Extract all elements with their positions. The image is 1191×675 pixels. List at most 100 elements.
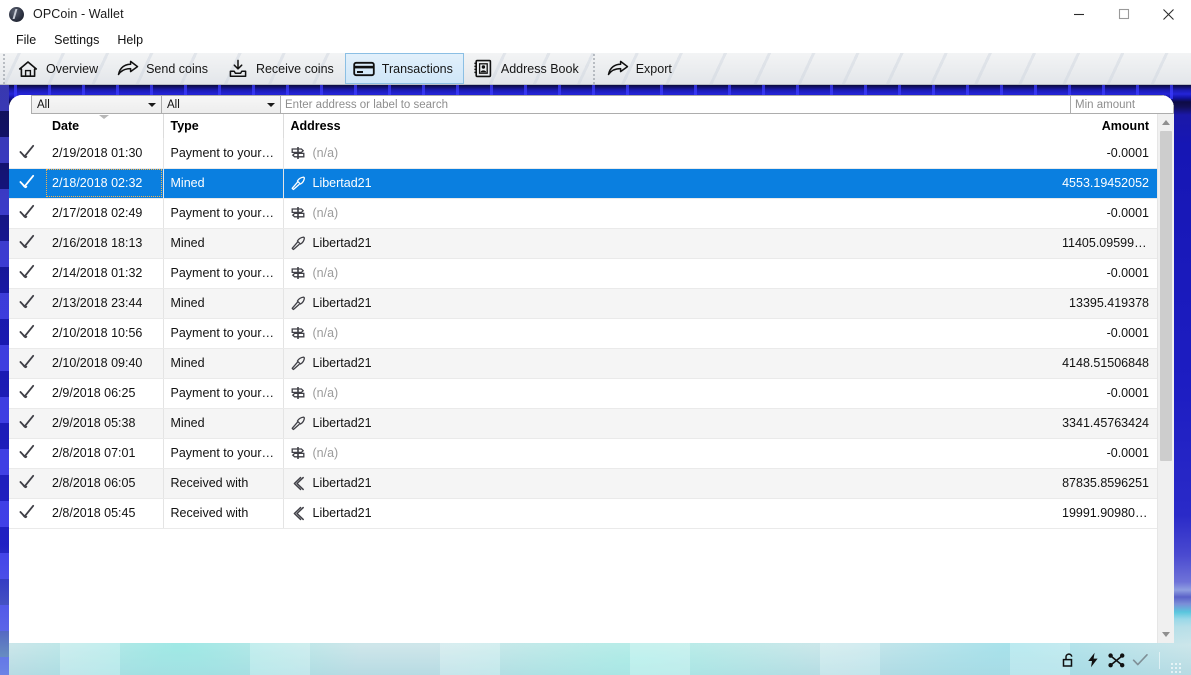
scroll-down-button[interactable]	[1158, 626, 1174, 643]
toolbar-button-send-coins[interactable]: Send coins	[109, 53, 219, 84]
column-header-status[interactable]	[9, 114, 45, 138]
resize-grip[interactable]	[1170, 662, 1181, 673]
table-row[interactable]: 2/19/2018 01:30 Payment to yourself (n/a) -…	[9, 138, 1157, 169]
cell-type: Payment to yourself	[163, 318, 284, 349]
cell-date: 2/14/2018 01:32	[45, 258, 164, 289]
address-label: (n/a)	[312, 446, 339, 460]
vertical-scrollbar[interactable]	[1157, 114, 1174, 643]
table-row[interactable]: 2/8/2018 05:45 Received with Libertad21 199…	[9, 498, 1157, 529]
cell-address: Libertad21	[283, 348, 1055, 379]
type-select[interactable]: All	[161, 95, 281, 114]
cell-date: 2/8/2018 07:01	[45, 438, 164, 469]
confirmed-check-icon	[19, 444, 35, 462]
card-icon	[353, 58, 375, 80]
cell-address: (n/a)	[283, 258, 1055, 289]
confirmed-check-icon	[19, 354, 35, 372]
chevron-down-icon	[1162, 632, 1170, 637]
cell-amount: -0.0001	[1055, 138, 1157, 169]
cell-address: (n/a)	[283, 318, 1055, 349]
address-label: (n/a)	[312, 266, 339, 280]
table-row[interactable]: 2/9/2018 05:38 Mined Libertad21 3341.457634…	[9, 408, 1157, 439]
search-input[interactable]	[280, 95, 1071, 114]
signpost-icon	[291, 386, 306, 401]
maximize-button[interactable]	[1101, 0, 1146, 28]
title-bar: OPCoin - Wallet	[0, 0, 1191, 28]
cell-status	[9, 198, 45, 229]
toolbar-button-overview[interactable]: Overview	[9, 53, 109, 84]
address-content: (n/a)	[291, 326, 1050, 341]
cell-status	[9, 168, 45, 199]
menu-file[interactable]: File	[7, 31, 45, 51]
scroll-up-button[interactable]	[1158, 114, 1174, 131]
minimize-button[interactable]	[1056, 0, 1101, 28]
signpost-icon	[291, 206, 306, 221]
pickaxe-icon	[291, 235, 306, 251]
status-badge	[19, 264, 35, 282]
column-header-date[interactable]: Date	[45, 114, 164, 138]
cell-address: (n/a)	[283, 378, 1055, 409]
confirmed-check-icon	[19, 294, 35, 312]
column-header-amount[interactable]: Amount	[1055, 114, 1157, 138]
window-controls	[1056, 0, 1191, 28]
table-row[interactable]: 2/8/2018 07:01 Payment to yourself (n/a) -0…	[9, 438, 1157, 469]
staking-bolt-icon[interactable]	[1084, 652, 1101, 669]
table-row[interactable]: 2/14/2018 01:32 Payment to yourself (n/a) -…	[9, 258, 1157, 289]
menu-help[interactable]: Help	[108, 31, 152, 51]
column-header-type[interactable]: Type	[163, 114, 284, 138]
status-badge	[19, 354, 35, 372]
incoming-chevron-icon	[291, 476, 306, 491]
cell-amount: -0.0001	[1055, 198, 1157, 229]
table-row[interactable]: 2/13/2018 23:44 Mined Libertad21 13395.4193…	[9, 288, 1157, 319]
scrollbar-track[interactable]	[1158, 131, 1174, 626]
close-button[interactable]	[1146, 0, 1191, 28]
cell-type: Payment to yourself	[163, 138, 284, 169]
toolbar-grip-handle[interactable]	[0, 53, 9, 84]
table-row[interactable]: 2/16/2018 18:13 Mined Libertad21 11405.0959…	[9, 228, 1157, 259]
toolbar-button-transactions[interactable]: Transactions	[344, 53, 464, 84]
table-row[interactable]: 2/18/2018 02:32 Mined Libertad21 4553.19452…	[9, 168, 1157, 199]
toolbar-label-overview: Overview	[46, 61, 99, 76]
status-badge	[19, 384, 35, 402]
transactions-table-wrap: Date Type Address Amount 2/19/2018 01:30…	[9, 114, 1174, 643]
cell-type: Payment to yourself	[163, 438, 284, 469]
address-content: Libertad21	[291, 295, 1050, 311]
cell-type: Mined	[163, 228, 284, 259]
address-label: (n/a)	[312, 386, 339, 400]
wallet-unlocked-icon[interactable]	[1060, 652, 1077, 669]
toolbar-label-export: Export	[635, 61, 672, 76]
toolbar-button-receive-coins[interactable]: Receive coins	[219, 53, 345, 84]
cell-type: Mined	[163, 408, 284, 439]
toolbar-grip-handle-secondary[interactable]	[589, 53, 599, 84]
cell-status	[9, 498, 45, 529]
address-label: Libertad21	[312, 356, 372, 370]
table-row[interactable]: 2/17/2018 02:49 Payment to yourself (n/a) -…	[9, 198, 1157, 229]
cell-status	[9, 378, 45, 409]
scrollbar-thumb[interactable]	[1160, 131, 1172, 461]
sync-check-icon[interactable]	[1132, 652, 1149, 669]
table-row[interactable]: 2/10/2018 09:40 Mined Libertad21 4148.51506…	[9, 348, 1157, 379]
table-row[interactable]: 2/9/2018 06:25 Payment to yourself (n/a) -0…	[9, 378, 1157, 409]
toolbar-label-transactions: Transactions	[381, 61, 453, 76]
column-header-address[interactable]: Address	[283, 114, 1055, 138]
cell-address: Libertad21	[283, 498, 1055, 529]
date-range-select[interactable]: All	[31, 95, 162, 114]
main-toolbar: Overview Send coins Receive coins Transa…	[0, 53, 1191, 85]
table-row[interactable]: 2/8/2018 06:05 Received with Libertad21 878…	[9, 468, 1157, 499]
cell-date: 2/18/2018 02:32	[45, 168, 164, 199]
address-content: (n/a)	[291, 386, 1050, 401]
menu-settings[interactable]: Settings	[45, 31, 108, 51]
toolbar-button-address-book[interactable]: Address Book	[464, 53, 590, 84]
confirmed-check-icon	[19, 174, 35, 192]
pickaxe-icon	[291, 175, 306, 191]
network-connections-icon[interactable]	[1108, 652, 1125, 669]
address-label: Libertad21	[312, 506, 372, 520]
status-badge	[19, 324, 35, 342]
cell-amount: -0.0001	[1055, 318, 1157, 349]
status-badge	[19, 174, 35, 192]
toolbar-button-export[interactable]: Export	[599, 53, 683, 84]
min-amount-input[interactable]	[1070, 95, 1174, 114]
menu-bar: File Settings Help	[0, 28, 1191, 53]
table-row[interactable]: 2/10/2018 10:56 Payment to yourself (n/a) -…	[9, 318, 1157, 349]
window-title: OPCoin - Wallet	[33, 7, 124, 21]
confirmed-check-icon	[19, 504, 35, 522]
